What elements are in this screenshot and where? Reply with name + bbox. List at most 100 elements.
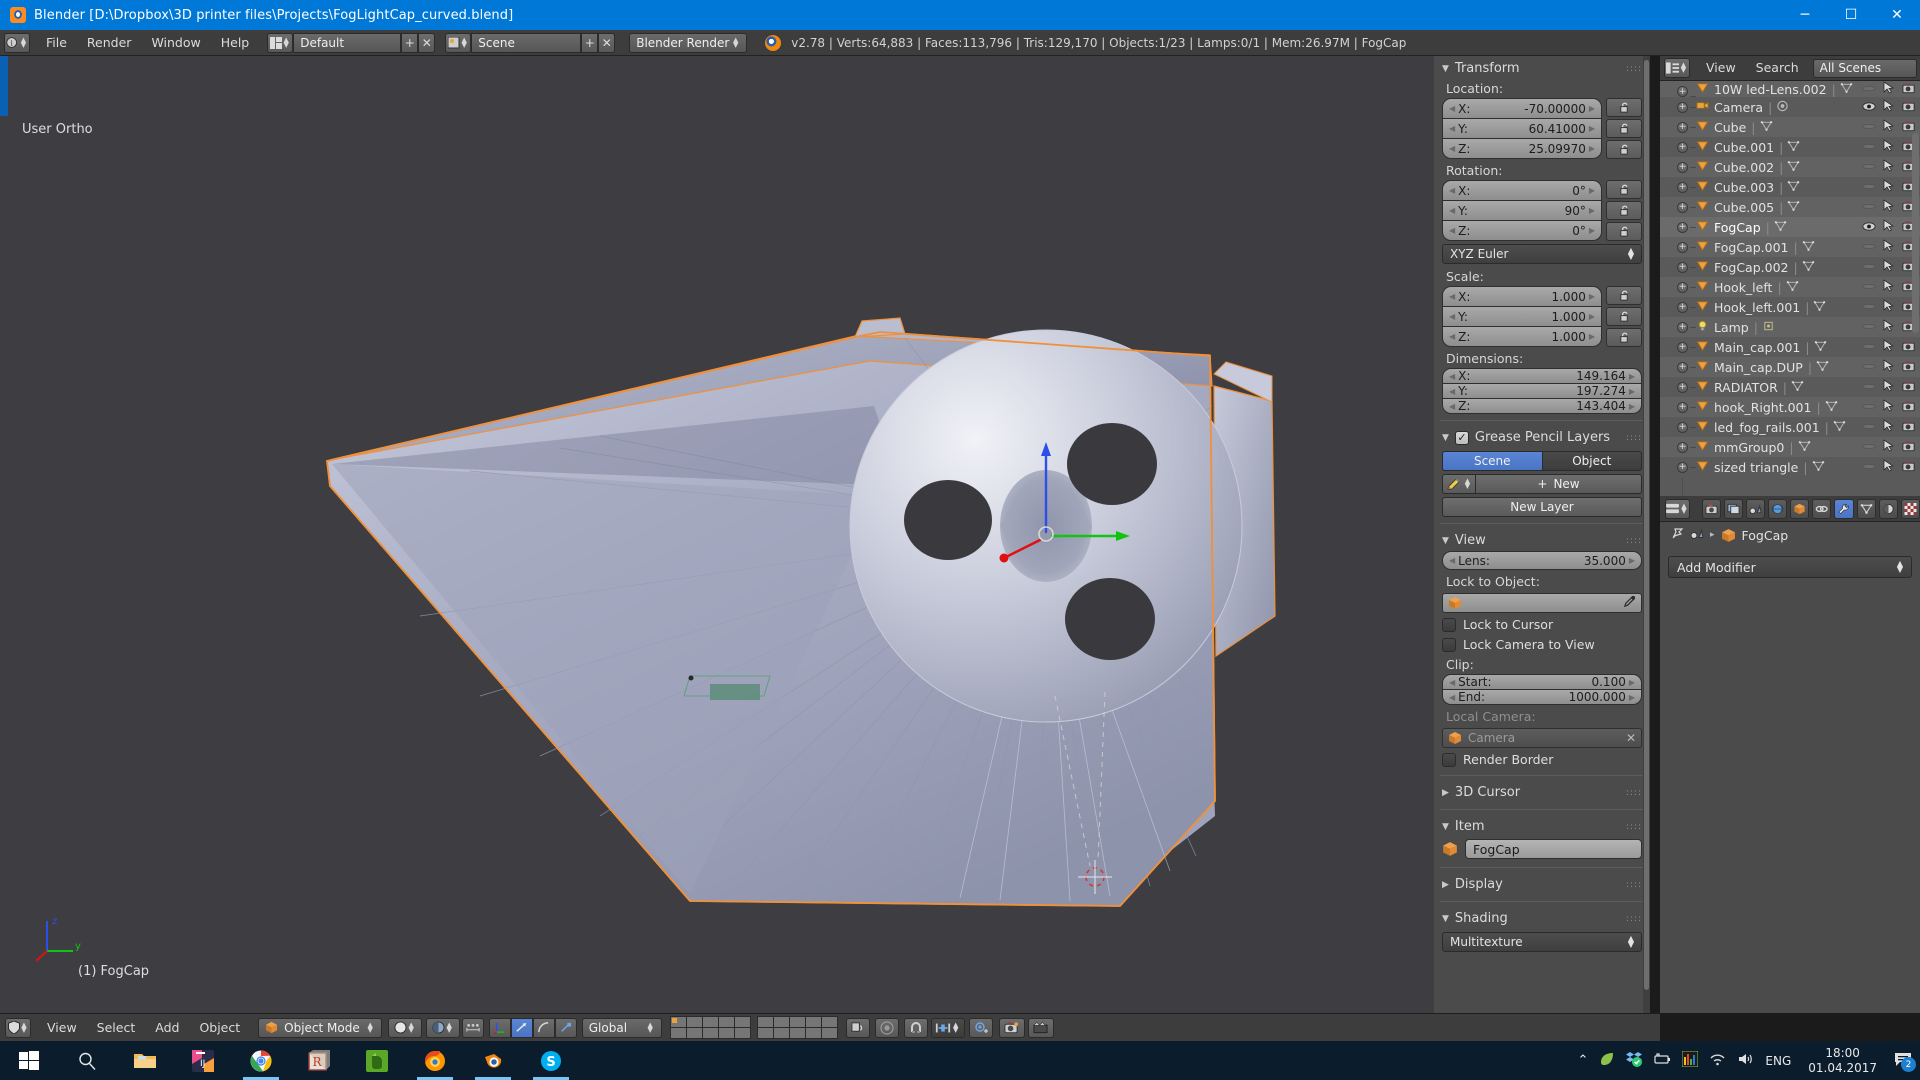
properties-editor-icon[interactable]: ▲ ▼: [1665, 498, 1690, 519]
visibility-toggle-icon[interactable]: [1862, 320, 1876, 335]
scale-manipulator-icon[interactable]: [554, 1017, 577, 1038]
mesh-data-icon[interactable]: [1825, 400, 1838, 415]
outliner-display-mode-icon[interactable]: ▲ ▼: [1664, 58, 1690, 78]
clip-end-field[interactable]: ◀ End: 1000.000 ▶: [1442, 690, 1642, 705]
outliner-row-cube-002[interactable]: + Cube.002 |: [1660, 157, 1920, 177]
visibility-toggle-icon[interactable]: [1862, 380, 1876, 395]
lock-scale-y-button[interactable]: [1606, 307, 1642, 326]
properties-tab-texture[interactable]: [1900, 498, 1920, 519]
local-camera-field[interactable]: Camera ✕: [1442, 728, 1642, 748]
outliner-row-hook-left[interactable]: + Hook_left |: [1660, 277, 1920, 297]
renderable-camera-icon[interactable]: [1902, 440, 1916, 455]
selectable-arrow-icon[interactable]: [1883, 81, 1895, 97]
selectable-arrow-icon[interactable]: [1883, 99, 1895, 115]
delete-scene-button[interactable]: ✕: [598, 32, 616, 53]
pin-icon[interactable]: [1670, 527, 1684, 544]
mesh-data-icon[interactable]: [1760, 120, 1773, 135]
outliner-row-cube[interactable]: + Cube |: [1660, 117, 1920, 137]
visibility-toggle-icon[interactable]: [1862, 180, 1876, 195]
expand-toggle-icon[interactable]: +: [1677, 221, 1688, 233]
expand-toggle-icon[interactable]: +: [1677, 341, 1688, 353]
translate-manipulator-icon[interactable]: [488, 1017, 511, 1038]
lock-to-scene-icon[interactable]: [845, 1017, 870, 1038]
visibility-toggle-icon[interactable]: [1862, 100, 1876, 115]
clear-x-icon[interactable]: ✕: [1626, 731, 1636, 745]
show-hidden-icons-button[interactable]: ⌃: [1578, 1053, 1589, 1068]
visibility-toggle-icon[interactable]: [1862, 400, 1876, 415]
snap-magnet-icon[interactable]: [903, 1017, 928, 1038]
renderable-camera-icon[interactable]: [1902, 360, 1916, 375]
selectable-arrow-icon[interactable]: [1883, 259, 1895, 275]
renderable-camera-icon[interactable]: [1902, 460, 1916, 475]
visibility-toggle-icon[interactable]: [1862, 420, 1876, 435]
gp-new-button[interactable]: + New: [1476, 474, 1642, 494]
leaf-green-icon[interactable]: [1599, 1051, 1615, 1070]
intellij-button[interactable]: IJ: [174, 1041, 232, 1080]
lock-to-object-field[interactable]: [1442, 593, 1642, 613]
expand-toggle-icon[interactable]: +: [1677, 161, 1688, 173]
grease-pencil-panel-header[interactable]: ▼ ✓ Grease Pencil Layers ::::: [1434, 425, 1650, 448]
item-name-input[interactable]: FogCap: [1465, 839, 1642, 859]
gp-scene-tab[interactable]: Scene: [1442, 451, 1543, 471]
selectable-arrow-icon[interactable]: [1883, 119, 1895, 135]
selectable-arrow-icon[interactable]: [1883, 379, 1895, 395]
visibility-toggle-icon[interactable]: [1862, 220, 1876, 235]
outliner-row-fogcap-002[interactable]: + FogCap.002 |: [1660, 257, 1920, 277]
r-button[interactable]: R: [290, 1041, 348, 1080]
expand-toggle-icon[interactable]: +: [1677, 261, 1688, 273]
add-scene-button[interactable]: +: [581, 32, 599, 53]
mesh-data-icon[interactable]: [1814, 340, 1827, 355]
outliner-row-camera[interactable]: + Camera |: [1660, 97, 1920, 117]
mesh-data-icon[interactable]: [1787, 180, 1800, 195]
notifications-button[interactable]: 2: [1894, 1051, 1916, 1072]
mesh-data-icon[interactable]: [1787, 140, 1800, 155]
chrome-button[interactable]: [232, 1041, 290, 1080]
location-y-field[interactable]: ◀ Y: 60.41000 ▶: [1442, 119, 1602, 139]
lock-to-cursor-row[interactable]: Lock to Cursor: [1434, 615, 1650, 634]
sidebar-scrollbar-track[interactable]: [1643, 56, 1650, 1013]
lock-location-z-button[interactable]: [1606, 140, 1642, 159]
snap-element-icon[interactable]: ▲ ▼: [930, 1017, 965, 1038]
outliner-row-radiator[interactable]: + RADIATOR |: [1660, 377, 1920, 397]
gp-new-layer-button[interactable]: New Layer: [1442, 497, 1642, 517]
selectable-arrow-icon[interactable]: [1883, 199, 1895, 215]
shading-panel-header[interactable]: ▼ Shading ::::: [1434, 906, 1650, 929]
lock-rotation-x-button[interactable]: [1606, 180, 1642, 199]
camera-data-icon[interactable]: [1776, 100, 1789, 115]
selectable-arrow-icon[interactable]: [1883, 359, 1895, 375]
proportional-edit-icon[interactable]: [874, 1017, 899, 1038]
selectable-arrow-icon[interactable]: [1883, 279, 1895, 295]
snap-target-icon[interactable]: [968, 1017, 993, 1038]
firefox-button[interactable]: [406, 1041, 464, 1080]
start-button[interactable]: [0, 1041, 58, 1080]
selectable-arrow-icon[interactable]: [1883, 399, 1895, 415]
scale-y-field[interactable]: ◀ Y: 1.000 ▶: [1442, 307, 1602, 327]
dimension-x-field[interactable]: ◀ X: 149.164 ▶: [1442, 368, 1642, 384]
lock-to-cursor-checkbox[interactable]: [1442, 617, 1456, 632]
scene-icon[interactable]: ▲ ▼: [445, 32, 472, 53]
visibility-toggle-icon[interactable]: [1862, 260, 1876, 275]
transform-panel-header[interactable]: ▼ Transform ::::: [1434, 56, 1650, 79]
outliner-row-cube-001[interactable]: + Cube.001 |: [1660, 137, 1920, 157]
renderable-camera-icon[interactable]: [1902, 100, 1916, 115]
mesh-data-icon[interactable]: [1786, 280, 1799, 295]
outliner-row-cube-005[interactable]: + Cube.005 |: [1660, 197, 1920, 217]
lock-location-y-button[interactable]: [1606, 119, 1642, 138]
mesh-data-icon[interactable]: [1813, 300, 1826, 315]
selectable-arrow-icon[interactable]: [1883, 339, 1895, 355]
properties-tab-material[interactable]: [1878, 498, 1898, 519]
expand-toggle-icon[interactable]: +: [1677, 141, 1688, 153]
scene-field[interactable]: Scene: [471, 32, 582, 53]
location-z-field[interactable]: ◀ Z: 25.09970 ▶: [1442, 139, 1602, 159]
outliner-row-sized-triangle[interactable]: + sized triangle |: [1660, 457, 1920, 477]
outliner-row-hook-right-001[interactable]: + hook_Right.001 |: [1660, 397, 1920, 417]
lamp-data-icon[interactable]: [1762, 320, 1775, 335]
mesh-data-icon[interactable]: [1833, 420, 1846, 435]
outliner-row-led-fog-rails-001[interactable]: + led_fog_rails.001 |: [1660, 417, 1920, 437]
expand-toggle-icon[interactable]: +: [1677, 201, 1688, 213]
visibility-toggle-icon[interactable]: [1862, 240, 1876, 255]
dimension-z-field[interactable]: ◀ Z: 143.404 ▶: [1442, 399, 1642, 414]
screen-layout-field[interactable]: Default: [293, 32, 402, 53]
minimize-button[interactable]: ─: [1782, 0, 1828, 30]
properties-editor[interactable]: ▲ ▼ ▸ FogCap Add Modifier ▲ ▼: [1660, 496, 1920, 1013]
